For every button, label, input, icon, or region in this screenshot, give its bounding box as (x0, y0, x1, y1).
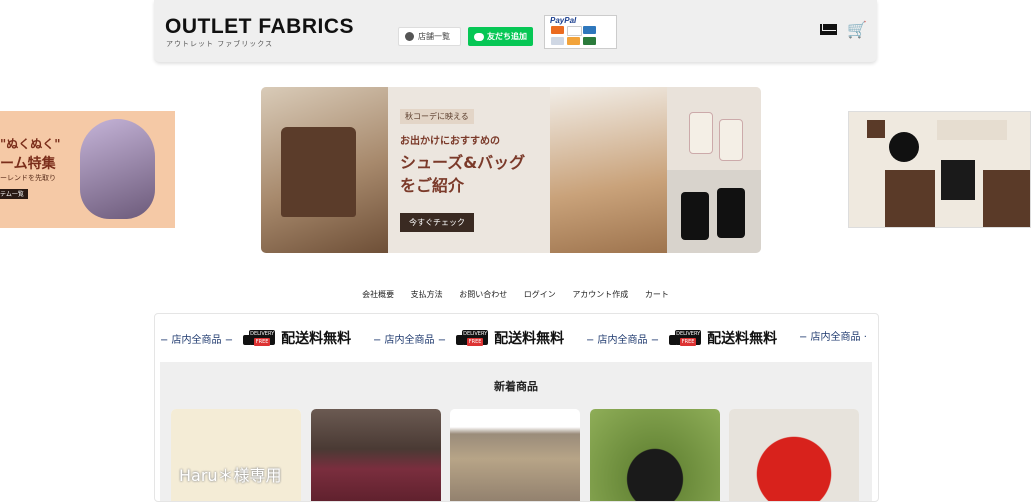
accessory-tile (941, 160, 975, 200)
mail-icon[interactable] (820, 24, 837, 35)
site-header: OUTLET FABRICS アウトレット ファブリックス 店舗一覧 友だち追加… (154, 0, 877, 62)
product-card[interactable] (450, 409, 580, 501)
nav-payment[interactable]: 支払方法 (411, 290, 443, 299)
product-card[interactable] (311, 409, 441, 501)
ticker-store-text: − 店内全商品 − (373, 334, 447, 346)
banner-model-photo (550, 87, 667, 253)
mastercard-icon (551, 26, 564, 34)
payment-methods: PayPal (544, 15, 617, 49)
footer-nav: 会社概要 支払方法 お問い合わせ ログイン アカウント作成 カート (0, 289, 1031, 300)
banner-tag: 秋コーデに映える (400, 109, 474, 124)
new-items-title: 新着商品 (494, 380, 538, 393)
shop-list-label: 店舗一覧 (418, 32, 450, 41)
banner-cta-button[interactable]: 今すぐチェック (400, 213, 474, 232)
product-image (171, 409, 301, 501)
shop-icon (405, 32, 414, 41)
nav-cart[interactable]: カート (645, 290, 669, 299)
product-image (311, 409, 441, 501)
carousel-slide-next[interactable] (848, 111, 1031, 228)
line-add-friend-button[interactable]: 友だち追加 (468, 27, 533, 46)
left-banner-line1: "ぬくぬく" (0, 137, 61, 151)
product-card[interactable]: Haru＊様専用 (171, 409, 301, 501)
amex-icon (583, 26, 596, 34)
product-image (450, 409, 580, 501)
product-card[interactable] (590, 409, 720, 501)
jcb-icon (583, 37, 596, 45)
banner-line1: お出かけにおすすめの (400, 136, 500, 147)
left-banner-pill: テム一覧 (0, 189, 28, 199)
logo-title[interactable]: OUTLET FABRICS (165, 15, 354, 39)
accessory-tile (867, 120, 885, 138)
ticker-store-text: − 店内全商品 − (586, 334, 660, 346)
new-items-section: 新着商品 Haru＊様専用 (160, 362, 872, 501)
nav-contact[interactable]: お問い合わせ (459, 290, 507, 299)
accessory-tile (885, 170, 935, 227)
shop-list-button[interactable]: 店舗一覧 (398, 27, 461, 46)
truck-icon: DELIVERY FREE (456, 329, 490, 347)
accessory-tile (983, 170, 1030, 227)
product-card[interactable] (729, 409, 859, 501)
banner-text-panel: 秋コーデに映える お出かけにおすすめの シューズ&バッグ をご紹介 今すぐチェッ… (388, 87, 550, 253)
free-shipping-ticker: − 店内全商品 − DELIVERY FREE 配送料無料 − 店内全商品 − D… (155, 328, 878, 350)
diners-icon (551, 37, 564, 45)
cart-icon[interactable]: 🛒 (847, 20, 867, 39)
left-banner-line3: ーレンドを先取り (0, 174, 56, 182)
banner-line3: をご紹介 (400, 176, 465, 195)
visa-icon (567, 26, 582, 36)
nav-company[interactable]: 会社概要 (362, 290, 394, 299)
product-image (729, 409, 859, 501)
paypal-logo: PayPal (550, 16, 577, 25)
content-panel: − 店内全商品 − DELIVERY FREE 配送料無料 − 店内全商品 − D… (154, 313, 879, 502)
banner-bag-photo (261, 87, 388, 253)
truck-icon: DELIVERY FREE (669, 329, 703, 347)
left-banner-line2: ーム特集 (0, 156, 56, 172)
discover-icon (567, 37, 580, 45)
hero-banner[interactable]: 秋コーデに映える お出かけにおすすめの シューズ&バッグ をご紹介 今すぐチェッ… (261, 87, 761, 253)
logo-subtitle: アウトレット ファブリックス (166, 40, 274, 48)
ticker-item: − 店内全商品 − DELIVERY FREE 配送料無料 (586, 328, 777, 348)
ticker-item: − 店内全商品 − DELIVERY FREE 配送料無料 (373, 328, 564, 348)
product-image-text: Haru＊様専用 (179, 466, 282, 485)
ticker-free-text: 配送料無料 (494, 331, 565, 347)
ticker-item: − 店内全商品 · (799, 328, 867, 343)
line-icon (474, 32, 484, 41)
accessory-tile (889, 132, 919, 162)
banner-line2: シューズ&バッグ (400, 153, 526, 172)
ticker-store-text: − 店内全商品 · (799, 332, 867, 343)
ticker-free-text: 配送料無料 (281, 331, 352, 347)
banner-shoes-photo (667, 87, 761, 170)
truck-icon: DELIVERY FREE (243, 329, 277, 347)
banner-boots-photo (667, 170, 761, 253)
carousel-slide-prev[interactable]: "ぬくぬく" ーム特集 ーレンドを先取り テム一覧 (0, 111, 175, 228)
nav-login[interactable]: ログイン (524, 290, 556, 299)
ticker-free-text: 配送料無料 (707, 331, 778, 347)
nav-signup[interactable]: アカウント作成 (572, 290, 628, 299)
ticker-item: − 店内全商品 − DELIVERY FREE 配送料無料 (160, 328, 351, 348)
ticker-store-text: − 店内全商品 − (160, 334, 234, 346)
left-banner-photo (80, 119, 155, 219)
product-image (590, 409, 720, 501)
line-add-friend-label: 友だち追加 (487, 32, 527, 41)
accessory-tile (937, 120, 1007, 140)
